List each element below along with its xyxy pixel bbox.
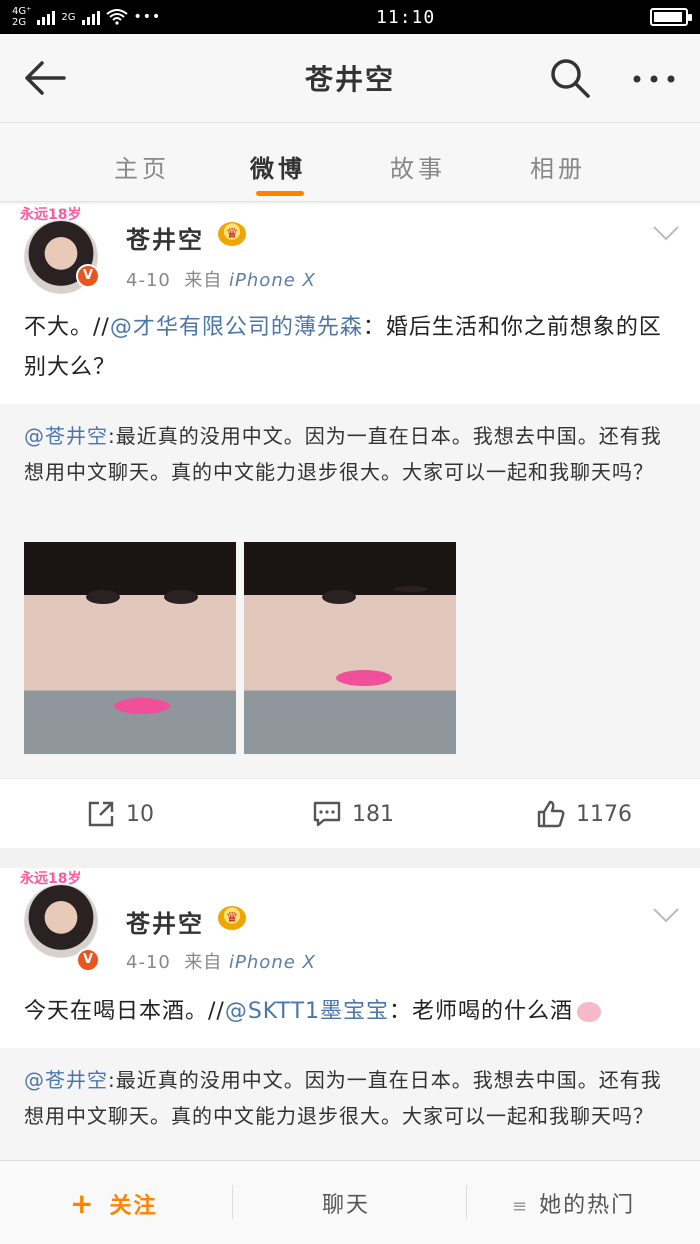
post-from: 来自 [184, 952, 223, 973]
post-actions: 10 181 1176 [0, 778, 700, 848]
avatar[interactable] [24, 884, 98, 958]
repost-text: @苍井空:最近真的没用中文。因为一直在日本。我想去中国。还有我想用中文聊天。真的… [24, 1062, 679, 1134]
post-text: 今天在喝日本酒。//@SKTT1墨宝宝：老师喝的什么酒 [24, 992, 674, 1032]
post-username[interactable]: 苍井空 [126, 220, 204, 255]
nav-bar: 苍井空 [0, 34, 700, 122]
photo-detail [336, 670, 392, 686]
repost-button[interactable]: 10 [86, 799, 154, 829]
post-card[interactable]: 永远18岁 V 苍井空 ♛ 4-10 来自 iPhone X 今天在喝日本酒。/… [0, 868, 700, 1160]
signal-icon-2 [81, 9, 100, 25]
photo-detail [394, 586, 428, 592]
network-indicator: 4G⁺ 2G [12, 6, 31, 28]
wifi-icon [105, 9, 128, 25]
repost-body: :最近真的没用中文。因为一直在日本。我想去中国。还有我想用中文聊天。真的中文能力… [24, 424, 662, 484]
post-photo-1[interactable] [24, 542, 236, 754]
post-source: iPhone X [229, 952, 316, 973]
post-card[interactable]: 永远18岁 V 苍井空 ♛ 4-10 来自 iPhone X 不大。//@才华有… [0, 204, 700, 848]
chevron-down-icon[interactable] [652, 906, 680, 924]
post-date: 4-10 [126, 270, 171, 291]
post-source: iPhone X [229, 270, 316, 291]
photo-detail [86, 590, 120, 604]
like-count: 1176 [576, 801, 632, 827]
post-meta: 4-10 来自 iPhone X [126, 266, 316, 292]
signal-icon [37, 9, 56, 25]
repost-block[interactable]: @苍井空:最近真的没用中文。因为一直在日本。我想去中国。还有我想用中文聊天。真的… [0, 1048, 700, 1160]
photo-detail [164, 590, 198, 604]
post-meta: 4-10 来自 iPhone X [126, 948, 316, 974]
chat-button[interactable]: 聊天 [322, 1187, 370, 1219]
photo-detail [114, 698, 170, 714]
post-text-plain: 不大。// [24, 315, 110, 340]
post-text: 不大。//@才华有限公司的薄先森：婚后生活和你之前想象的区别大么？ [24, 308, 674, 388]
status-time: 11:10 [376, 6, 436, 28]
network-top: 4G⁺ [12, 6, 32, 17]
repost-block[interactable]: @苍井空:最近真的没用中文。因为一直在日本。我想去中国。还有我想用中文聊天。真的… [0, 404, 700, 778]
crown-icon: ♛ [218, 222, 246, 246]
active-tab-indicator [256, 191, 304, 196]
menu-icon: ≡ [512, 1196, 530, 1217]
divider [232, 1185, 233, 1219]
avatar-badge: 永远18岁 [20, 207, 82, 223]
tab-weibo[interactable]: 微博 [250, 149, 306, 184]
tab-album[interactable]: 相册 [530, 149, 586, 184]
photo-detail [322, 590, 356, 604]
hot-posts-label: 她的热门 [539, 1193, 636, 1218]
crown-icon: ♛ [218, 906, 246, 930]
verified-badge-icon: V [76, 264, 100, 288]
pig-emoji-icon [577, 1002, 602, 1022]
repost-mention-link[interactable]: @苍井空 [24, 424, 108, 448]
post-date: 4-10 [126, 952, 171, 973]
avatar-badge: 永远18岁 [20, 871, 82, 887]
bottom-bar: + 关注 聊天 ≡ 她的热门 [0, 1160, 700, 1244]
profile-tabs: 主页 微博 故事 相册 [0, 122, 700, 202]
page-title: 苍井空 [304, 63, 395, 96]
network-extra: 2G [61, 11, 76, 23]
repost-body: :最近真的没用中文。因为一直在日本。我想去中国。还有我想用中文聊天。真的中文能力… [24, 1068, 662, 1128]
follow-button[interactable]: + 关注 [70, 1187, 157, 1220]
status-bar: 4G⁺ 2G 2G ••• 11:10 [0, 0, 700, 34]
verified-badge-icon: V [76, 948, 100, 972]
plus-icon: + [70, 1187, 96, 1220]
divider [466, 1185, 467, 1219]
mention-link[interactable]: @才华有限公司的薄先森 [110, 315, 363, 340]
battery-icon [649, 8, 692, 26]
repost-text: @苍井空:最近真的没用中文。因为一直在日本。我想去中国。还有我想用中文聊天。真的… [24, 418, 679, 490]
status-left: 4G⁺ 2G 2G ••• [12, 6, 161, 28]
repost-mention-link[interactable]: @苍井空 [24, 1068, 108, 1092]
mention-link[interactable]: @SKTT1墨宝宝 [225, 999, 389, 1024]
like-button[interactable]: 1176 [536, 799, 632, 829]
battery-fill [653, 12, 683, 22]
comment-icon [313, 801, 341, 827]
hot-posts-button[interactable]: ≡ 她的热门 [512, 1187, 635, 1219]
repost-count: 10 [126, 801, 154, 827]
post-username[interactable]: 苍井空 [126, 904, 204, 939]
post-text-rest: ：老师喝的什么酒 [389, 999, 574, 1024]
status-more: ••• [133, 9, 162, 25]
thumbs-up-icon [537, 800, 565, 828]
post-from: 来自 [184, 270, 223, 291]
comment-count: 181 [352, 801, 394, 827]
post-photo-2[interactable] [244, 542, 456, 754]
network-bottom: 2G [12, 17, 27, 28]
follow-label: 关注 [109, 1194, 158, 1219]
chevron-down-icon[interactable] [652, 224, 680, 242]
search-icon[interactable] [548, 56, 592, 100]
post-text-plain: 今天在喝日本酒。// [24, 999, 225, 1024]
tab-home[interactable]: 主页 [114, 149, 170, 184]
tab-stories[interactable]: 故事 [390, 149, 446, 184]
share-icon [88, 801, 114, 827]
more-options-icon[interactable] [630, 64, 678, 94]
comment-button[interactable]: 181 [312, 799, 394, 829]
